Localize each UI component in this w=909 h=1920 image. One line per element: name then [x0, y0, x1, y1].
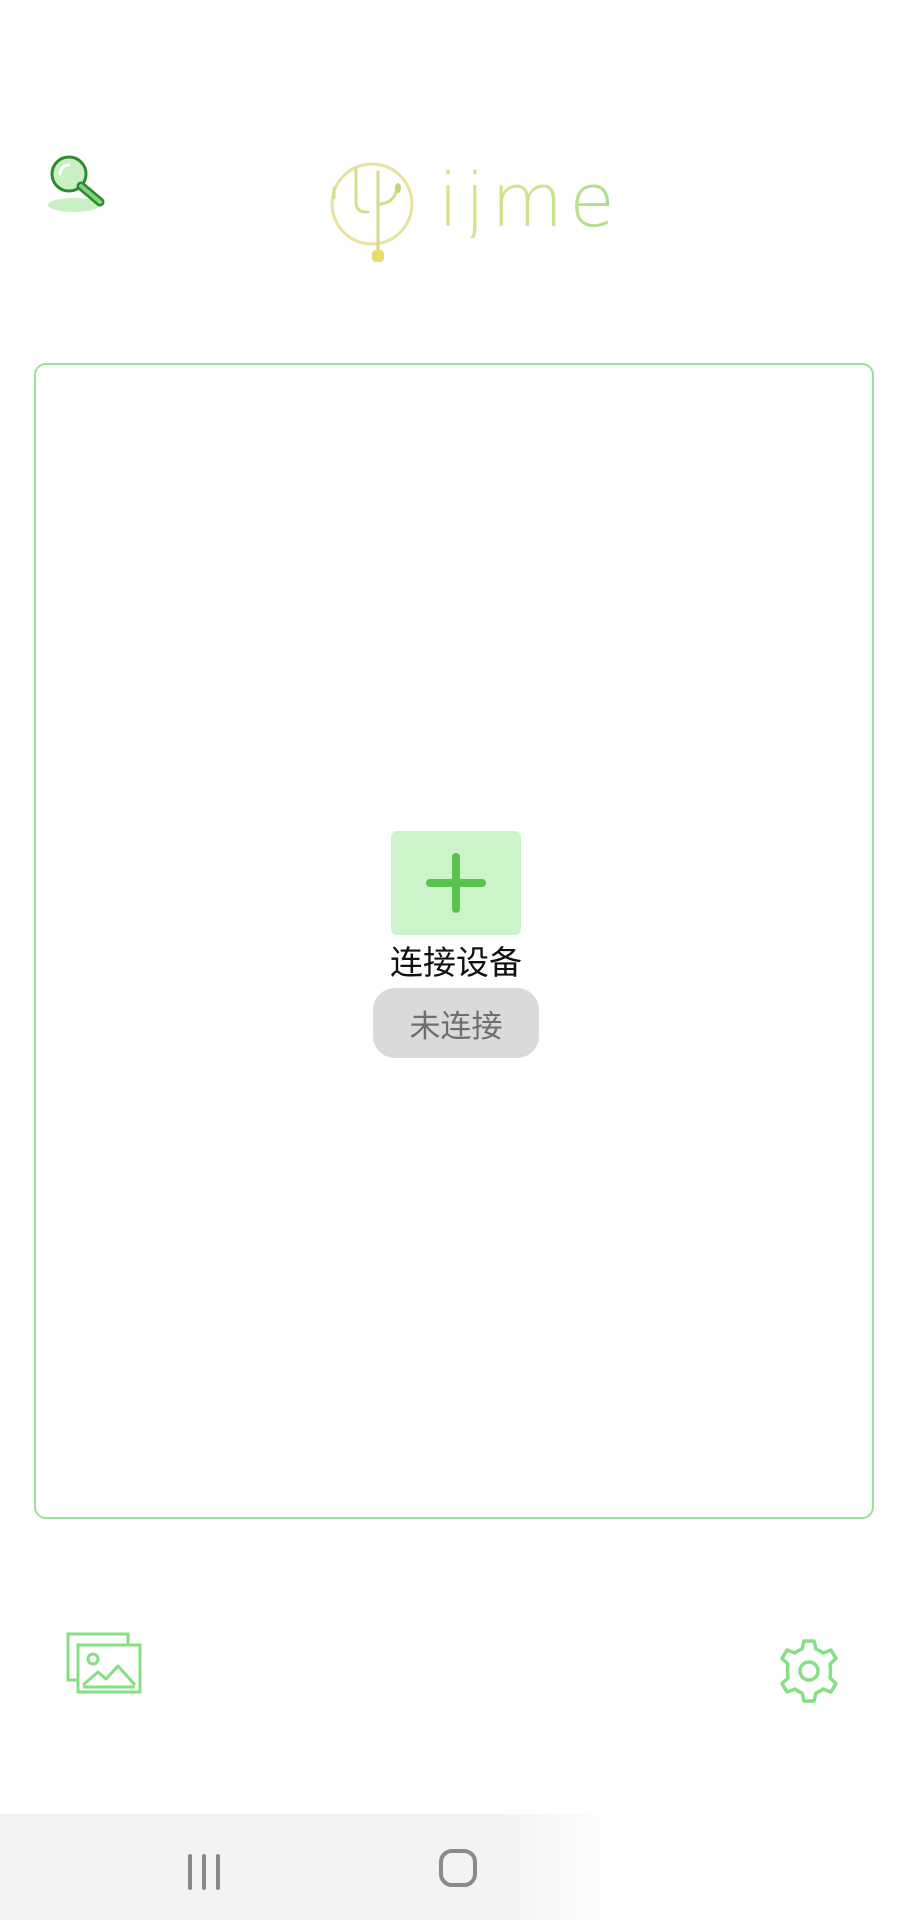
- device-panel: 连接设备 未连接: [34, 363, 874, 1519]
- gallery-icon: [66, 1632, 142, 1694]
- add-device-button[interactable]: [391, 831, 521, 935]
- app-screen: ijme 连接设备 未连接: [0, 0, 909, 1920]
- recents-icon: [188, 1854, 220, 1890]
- recents-button[interactable]: [180, 1852, 228, 1892]
- plus-icon: [426, 853, 486, 913]
- cactus-logo-icon: [330, 162, 414, 262]
- connect-device-area: 连接设备: [390, 831, 522, 983]
- gallery-button[interactable]: [66, 1632, 142, 1694]
- settings-button[interactable]: [775, 1637, 843, 1705]
- search-icon: [48, 155, 105, 212]
- search-button[interactable]: [44, 150, 114, 220]
- gear-icon: [780, 1639, 838, 1703]
- connection-status-badge: 未连接: [373, 988, 539, 1058]
- brand-wordmark: ijme: [438, 158, 621, 244]
- app-logo: ijme: [326, 158, 615, 268]
- home-icon: [439, 1849, 477, 1887]
- system-nav-bar: [0, 1814, 909, 1920]
- connect-device-label: 连接设备: [390, 943, 522, 982]
- home-button[interactable]: [438, 1848, 478, 1888]
